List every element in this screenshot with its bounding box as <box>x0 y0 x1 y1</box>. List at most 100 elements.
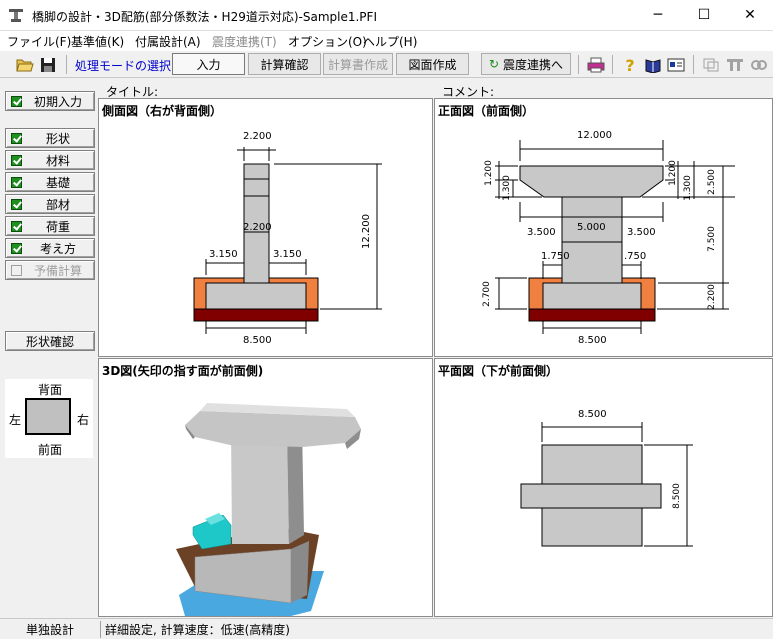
sidebar-item-label: 部材 <box>45 197 70 212</box>
front-dim-left-cant-bottom: 1.300 <box>502 175 512 201</box>
app-icon <box>9 9 23 22</box>
side-dim-left-overhang: 3.150 <box>209 249 238 260</box>
check-icon <box>11 154 22 166</box>
initial-input-label: 初期入力 <box>33 94 82 109</box>
side-dim-footing-width: 8.500 <box>243 335 272 346</box>
plan-view-pane: 平面図（下が前面側） 8.500 8.500 <box>434 358 773 617</box>
front-dim-footing-height-left: 2.700 <box>482 281 492 307</box>
sidebar-item-label: 考え方 <box>39 241 76 256</box>
front-dim-column-width: 5.000 <box>577 222 606 233</box>
toolbar-separator <box>612 55 613 74</box>
front-dim-right-footing: .750 <box>624 251 646 262</box>
front-dim-right-cant-top: 1.200 <box>668 160 678 186</box>
menu-seismic-link[interactable]: 震度連携(T) <box>212 33 277 50</box>
side-dim-height: 12.200 <box>361 214 372 249</box>
sidebar-item-preliminary-calc[interactable]: 予備計算 <box>5 260 95 280</box>
front-dim-right-beam: 3.500 <box>627 227 656 238</box>
toolbar-separator <box>578 55 579 74</box>
check-icon <box>11 220 22 232</box>
side-view-pane: 側面図（右が背面側） 2.200 2.200 3.150 3.150 8.500… <box>98 98 433 357</box>
sidebar-item-member[interactable]: 部材 <box>5 194 95 214</box>
status-bar: 単独設計 詳細設定, 計算速度：低速(高精度) <box>0 618 773 639</box>
sidebar-item-load[interactable]: 荷重 <box>5 216 95 236</box>
toolbar: 処理モードの選択 入力 計算確認 計算書作成 図面作成 ↻ 震度連携へ ? <box>0 51 773 78</box>
plan-dim-depth: 8.500 <box>672 483 682 509</box>
orientation-back-label: 背面 <box>38 383 63 397</box>
plan-view-drawing: 8.500 8.500 <box>520 409 693 547</box>
menu-bar: ファイル(F) 基準値(K) 付属設計(A) 震度連携(T) オプション(O) … <box>0 31 773 51</box>
mode-select-label: 処理モードの選択 <box>75 59 172 73</box>
close-button[interactable]: ✕ <box>727 0 773 30</box>
sidebar-item-material[interactable]: 材料 <box>5 150 95 170</box>
save-icon[interactable] <box>37 54 59 76</box>
shape-check-label: 形状確認 <box>25 334 74 349</box>
manual-book-icon[interactable] <box>642 54 664 76</box>
title-bar: 橋脚の設計・3D配筋(部分係数法・H29道示対応)-Sample1.PFI ─ … <box>0 0 773 31</box>
sidebar-item-foundation[interactable]: 基礎 <box>5 172 95 192</box>
check-icon <box>11 132 22 144</box>
status-divider <box>100 621 101 638</box>
initial-input-button[interactable]: 初期入力 <box>5 91 95 111</box>
copy-window-icon[interactable] <box>700 54 722 76</box>
toolbar-separator <box>66 55 67 74</box>
front-dim-footing-height-right: 2.200 <box>707 284 717 310</box>
orientation-widget: 背面 左 右 前面 <box>5 379 93 458</box>
front-dim-footing-width: 8.500 <box>578 335 607 346</box>
menu-attached-design[interactable]: 付属設計(A) <box>135 33 201 50</box>
seismic-link-label: 震度連携へ <box>503 57 564 72</box>
orientation-front-label: 前面 <box>38 443 63 457</box>
refresh-icon: ↻ <box>488 57 500 71</box>
sidebar-item-label: 基礎 <box>45 175 70 190</box>
menu-standard-values[interactable]: 基準値(K) <box>71 33 124 50</box>
side-panel: 初期入力 形状 材料 基礎 部材 荷重 考え方 予備計算 形状確認 背面 左 右… <box>0 79 97 617</box>
maximize-button[interactable]: ☐ <box>681 0 727 30</box>
sidebar-item-approach[interactable]: 考え方 <box>5 238 95 258</box>
orientation-left-label: 左 <box>9 413 22 427</box>
side-dim-right-overhang: 3.150 <box>273 249 302 260</box>
shape-check-button[interactable]: 形状確認 <box>5 331 95 351</box>
sidebar-item-label: 予備計算 <box>33 263 82 278</box>
front-dim-left-beam: 3.500 <box>527 227 556 238</box>
structure-icon[interactable] <box>724 54 746 76</box>
front-dim-column-height: 7.500 <box>707 226 717 252</box>
check-icon <box>11 176 22 188</box>
3d-model-view[interactable] <box>99 359 432 616</box>
front-dim-beam-height: 2.500 <box>707 169 717 195</box>
front-view-pane: 正面図（前面側） 12.000 1.200 1.300 1.200 1.300 … <box>434 98 773 357</box>
front-dim-beam-width: 12.000 <box>577 130 612 141</box>
check-icon <box>11 95 22 107</box>
front-dim-left-cant-top: 1.200 <box>484 160 494 186</box>
plan-dim-width: 8.500 <box>578 409 607 420</box>
report-button[interactable]: 計算書作成 <box>323 53 393 75</box>
link-icon[interactable] <box>748 54 770 76</box>
menu-options[interactable]: オプション(O) <box>288 33 367 50</box>
seismic-link-button[interactable]: ↻ 震度連携へ <box>481 53 571 75</box>
side-dim-column-width2: 2.200 <box>243 222 272 233</box>
window-title: 橋脚の設計・3D配筋(部分係数法・H29道示対応)-Sample1.PFI <box>32 10 377 24</box>
id-card-icon[interactable] <box>665 54 687 76</box>
calc-check-button[interactable]: 計算確認 <box>248 53 321 75</box>
menu-file[interactable]: ファイル(F) <box>7 33 71 50</box>
menu-help[interactable]: ヘルプ(H) <box>363 33 417 50</box>
side-dim-column-width: 2.200 <box>243 131 272 142</box>
print-icon[interactable] <box>585 54 607 76</box>
drawing-button[interactable]: 図面作成 <box>396 53 469 75</box>
3d-view-pane: 3D図(矢印の指す面が前面側) <box>98 358 433 617</box>
status-mode: 単独設計 <box>26 623 75 637</box>
front-view-drawing: 12.000 1.200 1.300 1.200 1.300 2.500 3.5… <box>482 130 735 346</box>
help-icon[interactable]: ? <box>619 54 641 76</box>
orientation-box <box>25 398 71 435</box>
open-folder-icon[interactable] <box>14 54 36 76</box>
status-detail: 詳細設定, 計算速度：低速(高精度) <box>105 623 290 637</box>
front-dim-left-footing: 1.750 <box>541 251 570 262</box>
sidebar-item-label: 荷重 <box>45 219 70 234</box>
sidebar-item-label: 形状 <box>45 131 70 146</box>
checkbox-empty-icon <box>11 264 22 276</box>
sidebar-item-label: 材料 <box>45 153 70 168</box>
minimize-button[interactable]: ─ <box>635 0 681 30</box>
input-mode-button[interactable]: 入力 <box>172 53 245 75</box>
sidebar-item-shape[interactable]: 形状 <box>5 128 95 148</box>
check-icon <box>11 242 22 254</box>
check-icon <box>11 198 22 210</box>
toolbar-separator <box>693 55 694 74</box>
